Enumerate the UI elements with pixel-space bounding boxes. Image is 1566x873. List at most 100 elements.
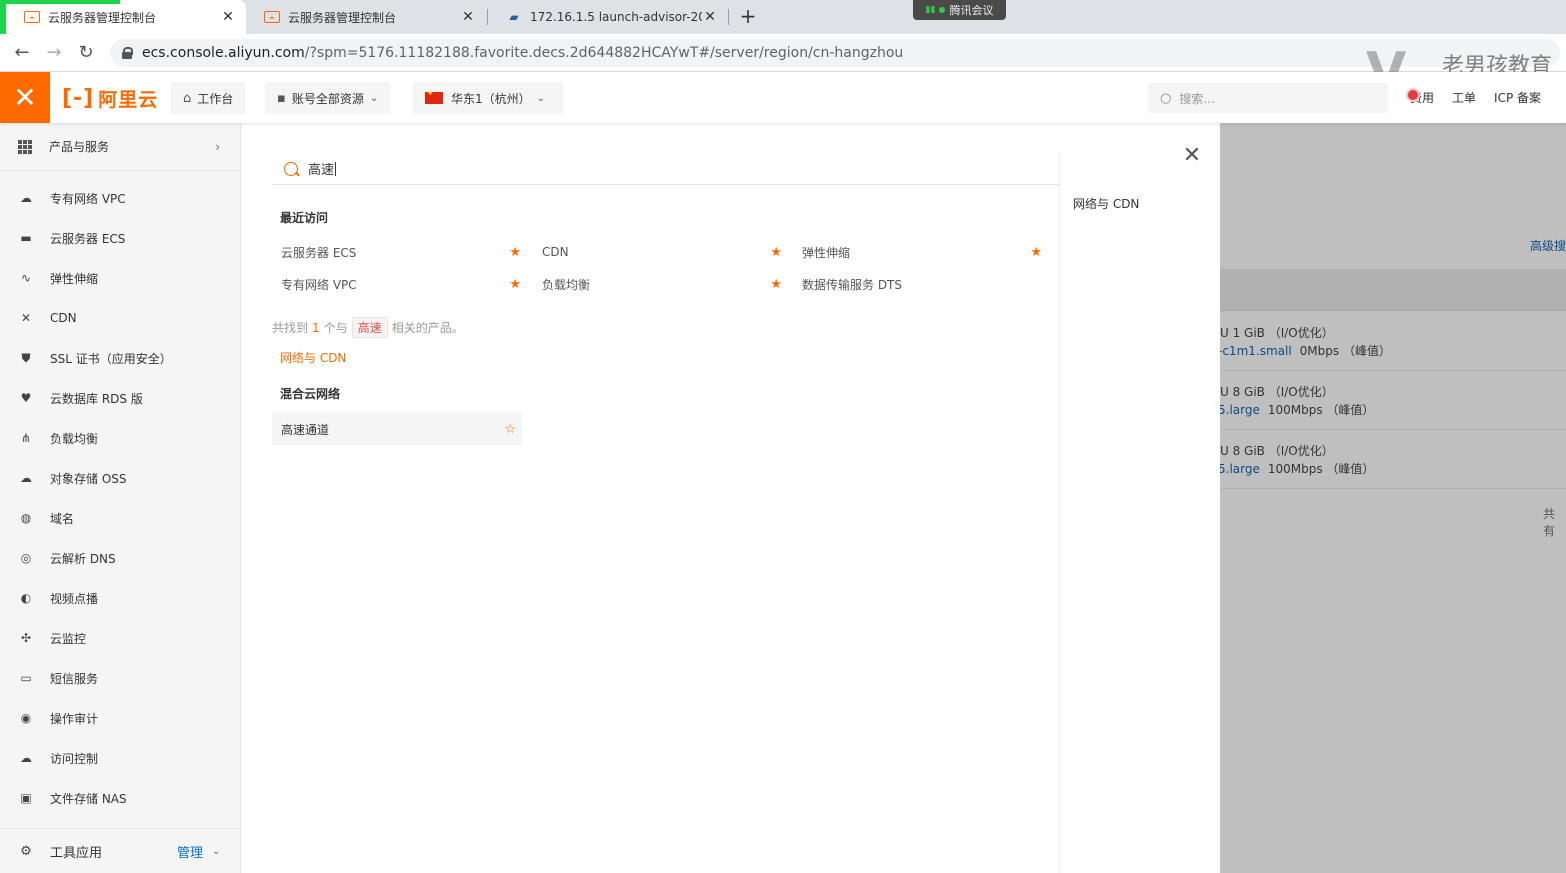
recent-item[interactable]: 负载均衡 ★ xyxy=(542,274,782,294)
close-icon[interactable]: ✕ xyxy=(1181,145,1203,167)
browser-tab[interactable]: - 云服务器管理控制台 ✕ xyxy=(246,0,486,34)
console-search-input[interactable]: ○ 搜索... xyxy=(1148,83,1388,113)
sidebar-item[interactable]: ◉ 操作审计 xyxy=(0,698,240,738)
sidebar-item[interactable]: ▣ 文件存储 NAS xyxy=(0,778,240,818)
search-result-summary: 共找到 1 个与 高速 相关的产品。 xyxy=(272,317,464,338)
manage-link[interactable]: 管理 xyxy=(177,842,203,861)
dns-icon: ◎ xyxy=(20,551,32,565)
sidebar-item-label: 弹性伸缩 xyxy=(50,271,99,286)
region-dropdown[interactable]: 华东1（杭州） ⌄ xyxy=(413,82,563,114)
sms-icon: ▭ xyxy=(20,671,32,685)
sidebar-item[interactable]: ☁ 对象存储 OSS xyxy=(0,458,240,498)
recording-border-top xyxy=(0,0,120,4)
forward-arrow-icon[interactable]: → xyxy=(43,42,65,64)
panel-divider xyxy=(1059,153,1060,873)
back-arrow-icon[interactable]: ← xyxy=(11,42,33,64)
recent-item-label: 负载均衡 xyxy=(542,277,591,292)
bandwidth: 0Mbps （峰值） xyxy=(1299,344,1391,358)
recent-item[interactable]: 专有网络 VPC ★ xyxy=(281,274,521,294)
recent-item-label: 弹性伸缩 xyxy=(802,245,851,260)
sidebar-item[interactable]: ♥ 云数据库 RDS 版 xyxy=(0,378,240,418)
products-panel: 高速 ✕ 网络与 CDN 最近访问 云服务器 ECS ★ CDN ★ 弹性伸缩 … xyxy=(241,123,1220,873)
recent-item[interactable]: 数据传输服务 DTS xyxy=(802,274,1042,294)
tools-label: 工具应用 xyxy=(50,845,103,861)
product-item[interactable]: 高速通道 ☆ xyxy=(272,413,522,445)
sidebar-item[interactable]: ◐ 视频点播 xyxy=(0,578,240,618)
instance-spec: U 8 GiB （I/O优化） xyxy=(1220,385,1334,399)
tools-section[interactable]: ⚙ 工具应用 管理 ⌄ xyxy=(0,828,240,873)
url-field[interactable]: ecs.console.aliyun.com/?spm=5176.1118218… xyxy=(110,39,1560,67)
instance-spec: U 8 GiB （I/O优化） xyxy=(1220,444,1334,458)
result-prefix: 共找到 xyxy=(272,321,309,335)
reload-icon[interactable]: ↻ xyxy=(75,42,97,64)
sidebar-item-label: 负载均衡 xyxy=(50,431,99,446)
instance-type-link: -c1m1.small xyxy=(1220,344,1292,358)
signal-icon: ▮▮ xyxy=(925,5,936,15)
sidebar-item[interactable]: ☁ 访问控制 xyxy=(0,738,240,778)
total-count-text: 共有 xyxy=(1543,507,1556,538)
search-icon xyxy=(284,161,298,176)
sidebar-item-label: 短信服务 xyxy=(50,671,99,686)
console-top-bar: ✕ [-] 阿里云 ⌂ 工作台 ▪ 账号全部资源 ⌄ 华东1（杭州） ⌄ ○ 搜… xyxy=(0,72,1566,123)
sidebar-item[interactable]: ✕ CDN xyxy=(0,298,240,338)
advanced-search-link: 高级搜 xyxy=(1530,239,1566,253)
sidebar-item[interactable]: ⛊ SSL 证书（应用安全） xyxy=(0,338,240,378)
icp-link[interactable]: ICP 备案 xyxy=(1494,89,1541,106)
sidebar-item-label: 云数据库 RDS 版 xyxy=(50,391,143,406)
top-links: 费用 工单 ICP 备案 xyxy=(1410,89,1541,106)
recent-item-label: 数据传输服务 DTS xyxy=(802,277,903,292)
resource-scope-dropdown[interactable]: ▪ 账号全部资源 ⌄ xyxy=(265,82,391,114)
star-filled-icon[interactable]: ★ xyxy=(509,245,521,260)
aliyun-favicon-icon: - xyxy=(24,11,40,23)
notification-badge xyxy=(1406,88,1420,102)
sidebar-item[interactable]: ◍ 域名 xyxy=(0,498,240,538)
star-outline-icon[interactable]: ☆ xyxy=(504,422,516,437)
star-filled-icon[interactable]: ★ xyxy=(770,277,782,292)
region-label: 华东1（杭州） xyxy=(451,91,531,106)
logo-mark-icon: [-] xyxy=(62,85,95,111)
sidebar-item[interactable]: ◎ 云解析 DNS xyxy=(0,538,240,578)
sidebar-item[interactable]: ∿ 弹性伸缩 xyxy=(0,258,240,298)
sidebar-item[interactable]: ⋔ 负载均衡 xyxy=(0,418,240,458)
sidebar-item[interactable]: ▬ 云服务器 ECS xyxy=(0,218,240,258)
search-icon: ○ xyxy=(1160,90,1172,106)
monitor-icon: ✣ xyxy=(20,631,32,645)
category-nav-item[interactable]: 网络与 CDN xyxy=(1073,195,1139,212)
result-mid: 个与 xyxy=(323,321,348,335)
tab-separator xyxy=(728,9,729,25)
lock-icon[interactable] xyxy=(122,47,133,59)
star-filled-icon[interactable]: ★ xyxy=(1030,245,1042,260)
recent-item-label: 专有网络 VPC xyxy=(281,277,357,292)
resource-icon: ▪ xyxy=(277,90,286,106)
sidebar-item[interactable]: ▭ 短信服务 xyxy=(0,658,240,698)
recent-item[interactable]: 弹性伸缩 ★ xyxy=(802,242,1042,262)
sidebar-item[interactable]: ✣ 云监控 xyxy=(0,618,240,658)
tab-close-icon[interactable]: ✕ xyxy=(702,9,718,25)
chevron-down-icon[interactable]: ⌄ xyxy=(212,846,220,857)
scaling-icon: ∿ xyxy=(20,271,32,285)
products-and-services-button[interactable]: 产品与服务 › xyxy=(0,123,240,171)
nas-icon: ▣ xyxy=(20,791,32,805)
tab-close-icon[interactable]: ✕ xyxy=(460,9,476,25)
ticket-link[interactable]: 工单 xyxy=(1452,89,1476,106)
category-link[interactable]: 网络与 CDN xyxy=(280,349,346,366)
meeting-indicator[interactable]: ▮▮ 腾讯会议 xyxy=(913,0,1006,20)
recent-item-label: CDN xyxy=(542,245,569,259)
bandwidth: 100Mbps （峰值） xyxy=(1267,462,1375,476)
browser-tab[interactable]: - 云服务器管理控制台 ✕ xyxy=(6,0,246,34)
home-icon: ⌂ xyxy=(183,90,192,106)
recent-item[interactable]: CDN ★ xyxy=(542,242,782,262)
star-filled-icon[interactable]: ★ xyxy=(509,277,521,292)
table-row: U 8 GiB （I/O优化） 5.large 100Mbps （峰值） xyxy=(1220,371,1566,430)
new-tab-button[interactable]: + xyxy=(736,4,760,28)
product-search-input[interactable]: 高速 xyxy=(272,153,1059,185)
sidebar-item[interactable]: ☁ 专有网络 VPC xyxy=(0,178,240,218)
star-filled-icon[interactable]: ★ xyxy=(770,245,782,260)
workbench-button[interactable]: ⌂ 工作台 xyxy=(171,82,246,114)
browser-tab[interactable]: ▰ 172.16.1.5 launch-advisor-202 ✕ xyxy=(488,0,728,34)
sidebar-item-label: 云监控 xyxy=(50,631,87,646)
close-menu-button[interactable]: ✕ xyxy=(0,72,50,123)
aliyun-logo[interactable]: [-] 阿里云 xyxy=(62,85,158,111)
recent-item[interactable]: 云服务器 ECS ★ xyxy=(281,242,521,262)
tab-close-icon[interactable]: ✕ xyxy=(220,9,236,25)
